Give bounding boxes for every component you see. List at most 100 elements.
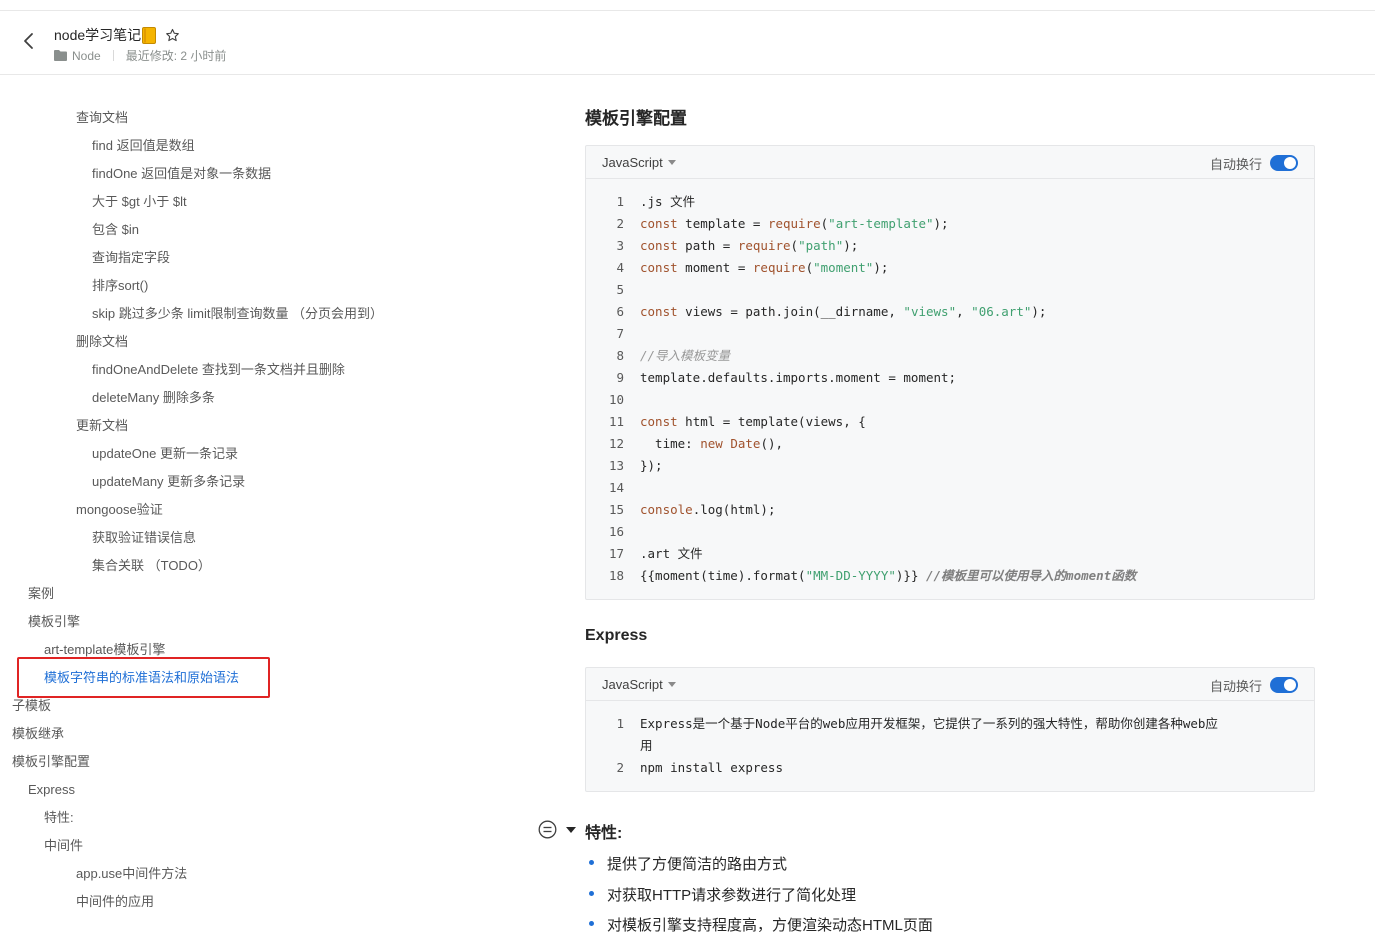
meta-separator [112,50,114,61]
code-block-header: JavaScript 自动换行 [586,146,1314,179]
doc-title: node学习笔记 [54,27,142,43]
outline-item[interactable]: findOneAndDelete 查找到一条文档并且删除 [92,362,345,378]
back-arrow-icon[interactable] [18,30,40,52]
collapse-caret-icon[interactable] [566,827,576,833]
language-select[interactable]: JavaScript [602,677,676,692]
notebook-emoji-icon [142,26,157,44]
outline-item[interactable]: 模板引擎配置 [12,754,90,770]
outline-item[interactable]: 查询文档 [76,110,128,126]
outline-item[interactable]: 查询指定字段 [92,250,170,266]
line-number: 4 [616,260,624,275]
outline-item[interactable]: app.use中间件方法 [76,866,187,882]
line-number: 15 [608,502,624,517]
outline-item[interactable]: 集合关联 （TODO） [92,558,211,574]
line-number: 8 [616,348,624,363]
caret-down-icon [667,160,676,165]
outline-item[interactable]: skip 跳过多少条 limit限制查询数量 （分页会用到） [92,306,383,322]
code-block: JavaScript 自动换行 1 .js 文件 2 const template … [585,145,1315,600]
folder-icon [54,50,67,61]
code-block: JavaScript 自动换行 1 Express是一个基于Node平台的web应… [585,667,1315,792]
doc-header: node学习笔记 Node 最近修改: 2 小时前 [0,11,1375,75]
code-line: //导入模板变量 [640,348,731,363]
code-line: Express是一个基于Node平台的web应用开发框架，它提供了一系列的强大特… [640,716,1218,731]
section-heading: 模板引擎配置 [585,109,687,128]
code-line: .js 文件 [640,194,696,209]
outline-item[interactable]: 包含 $in [92,222,139,238]
code-line: const template = require("art-template")… [640,216,949,231]
outline-item[interactable]: findOne 返回值是对象一条数据 [92,166,271,182]
code-line: const path = require("path"); [640,238,859,253]
outline-item[interactable]: updateMany 更新多条记录 [92,474,245,490]
doc-meta: Node 最近修改: 2 小时前 [54,47,226,64]
outline-item[interactable]: 更新文档 [76,418,128,434]
code-line: {{moment(time).format("MM-DD-YYYY")}} //… [640,568,1137,583]
outline-item[interactable]: find 返回值是数组 [92,138,195,154]
language-label: JavaScript [602,677,663,692]
line-number: 2 [616,760,624,775]
code-line: const views = path.join(__dirname, "view… [640,304,1047,319]
outline-toggle-icon[interactable] [538,820,557,839]
code-line: template.defaults.imports.moment = momen… [640,370,957,385]
list-item: 对获取HTTP请求参数进行了简化处理 [607,887,857,904]
outline-item[interactable]: 特性: [44,810,74,826]
outline-item[interactable]: 删除文档 [76,334,128,350]
line-number: 12 [608,436,624,451]
wrap-toggle[interactable] [1270,155,1298,171]
outline-item[interactable]: 子模板 [12,698,51,714]
line-number: 10 [608,392,624,407]
last-modified: 最近修改: 2 小时前 [125,49,227,63]
outline-item[interactable]: Express [28,782,75,798]
code-line: console.log(html); [640,502,776,517]
wrap-toggle[interactable] [1270,677,1298,693]
outline-item[interactable]: 获取验证错误信息 [92,530,196,546]
star-icon[interactable] [165,28,180,43]
code-line: .art 文件 [640,546,703,561]
line-number: 1 [616,716,624,731]
line-number: 14 [608,480,624,495]
caret-down-icon [667,682,676,687]
list-item: 对模板引擎支持程度高，方便渲染动态HTML页面 [607,917,933,934]
outline-item[interactable]: 模板继承 [12,726,64,742]
language-select[interactable]: JavaScript [602,155,676,170]
title-row: node学习笔记 [54,25,180,45]
line-number: 7 [616,326,624,341]
wrap-label: 自动换行 [1209,679,1262,694]
line-number: 17 [608,546,624,561]
outline-item[interactable]: 模板引擎 [28,614,80,630]
language-label: JavaScript [602,155,663,170]
folder-name[interactable]: Node [72,49,101,63]
section-heading: 特性: [585,825,623,842]
wrap-label: 自动换行 [1209,157,1262,172]
outline-item[interactable]: art-template模板引擎 [44,642,165,658]
code-line: const moment = require("moment"); [640,260,889,275]
outline-item[interactable]: 排序sort() [92,278,148,294]
line-number: 2 [616,216,624,231]
line-number: 3 [616,238,624,253]
line-number: 11 [608,414,624,429]
line-number: 9 [616,370,624,385]
list-item: 提供了方便简洁的路由方式 [607,856,788,873]
code-line: time: new Date(), [640,436,784,451]
code-line: const html = template(views, { [640,414,866,429]
line-number: 5 [616,282,624,297]
outline-item[interactable]: deleteMany 删除多条 [92,390,215,406]
line-number: 1 [616,194,624,209]
code-line: }); [640,458,663,473]
code-line: npm install express [640,760,783,775]
outline-item[interactable]: 中间件 [44,838,83,854]
outline-item[interactable]: 案例 [28,586,54,602]
outline-item[interactable]: mongoose验证 [76,502,163,518]
outline-item[interactable]: updateOne 更新一条记录 [92,446,238,462]
line-number: 13 [608,458,624,473]
section-heading: Express [585,627,648,644]
bullet-dot [589,921,594,926]
line-number: 18 [608,568,624,583]
bullet-dot [589,860,594,865]
outline-item[interactable]: 中间件的应用 [76,894,154,910]
annotation-highlight-box [17,657,270,698]
bullet-dot [589,891,594,896]
outline-item[interactable]: 大于 $gt 小于 $lt [92,194,187,210]
code-block-header: JavaScript 自动换行 [586,668,1314,701]
line-number: 16 [608,524,624,539]
line-number: 6 [616,304,624,319]
